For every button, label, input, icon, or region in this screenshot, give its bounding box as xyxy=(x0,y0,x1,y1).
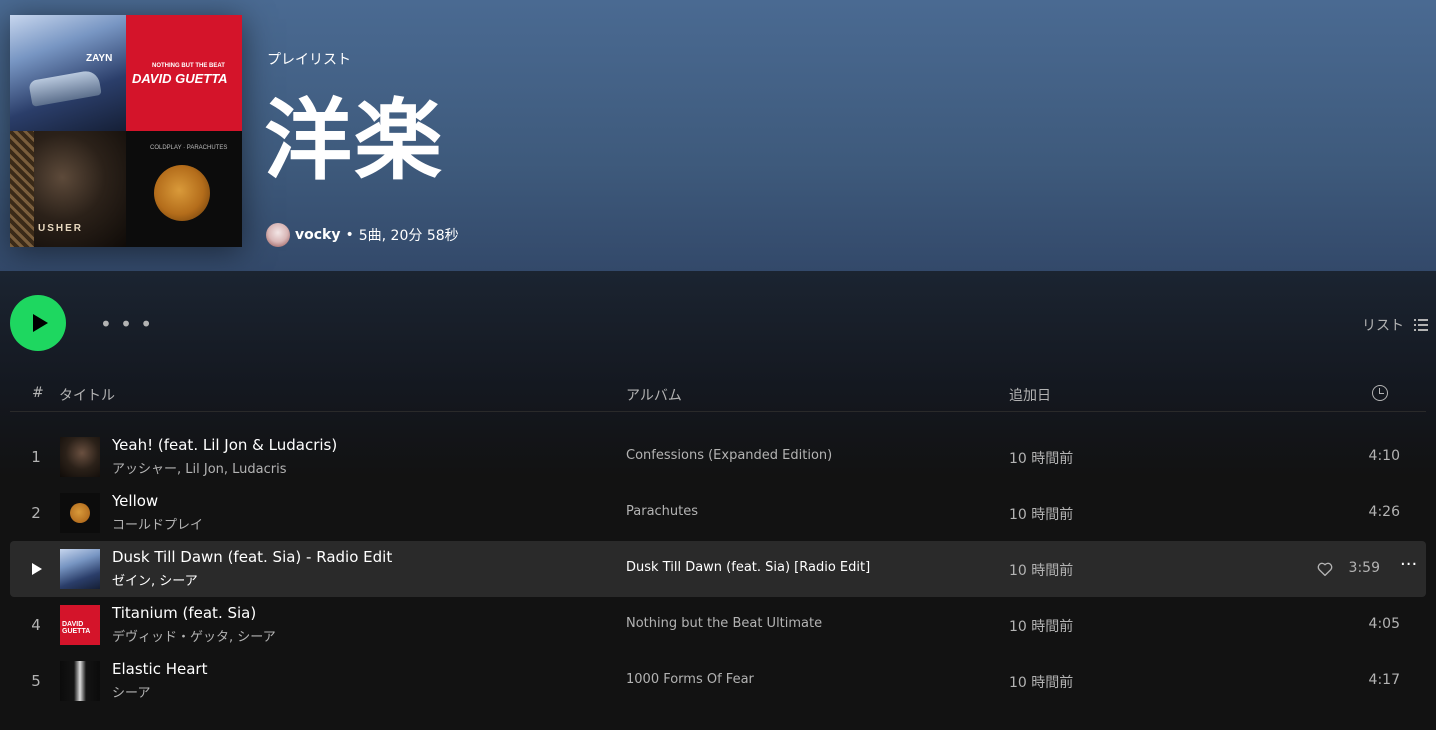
cover-tile-coldplay: COLDPLAY · PARACHUTES xyxy=(126,131,242,247)
playlist-cover[interactable]: ZAYN NOTHING BUT THE BEAT DAVID GUETTA U… xyxy=(10,15,242,247)
header-title[interactable]: タイトル xyxy=(59,385,115,405)
track-album[interactable]: Nothing but the Beat Ultimate xyxy=(626,616,822,631)
track-artist[interactable]: デヴィッド・ゲッタ, シーア xyxy=(112,626,276,645)
cover-tile-usher: USHER xyxy=(10,131,126,247)
track-number: 1 xyxy=(31,448,41,466)
track-artist[interactable]: コールドプレイ xyxy=(112,514,203,533)
cover-coldplay-text: COLDPLAY · PARACHUTES xyxy=(150,145,228,151)
header-album[interactable]: アルバム xyxy=(626,385,682,405)
track-date-added: 10 時間前 xyxy=(1009,619,1074,635)
meta-separator: • xyxy=(345,227,354,243)
track-duration: 3:59 xyxy=(1348,560,1380,576)
track-thumbnail xyxy=(60,661,100,701)
track-artist[interactable]: ゼイン, シーア xyxy=(112,570,198,589)
track-album[interactable]: Parachutes xyxy=(626,504,698,519)
track-title[interactable]: Yeah! (feat. Lil Jon & Ludacris) xyxy=(112,436,337,454)
cover-tile-guetta: NOTHING BUT THE BEAT DAVID GUETTA xyxy=(126,15,242,131)
track-row[interactable]: 1 Yeah! (feat. Lil Jon & Ludacris) アッシャー… xyxy=(10,429,1426,485)
lace-graphic xyxy=(10,131,34,247)
track-thumbnail xyxy=(60,549,100,589)
track-date-added: 10 時間前 xyxy=(1009,451,1074,467)
track-title[interactable]: Dusk Till Dawn (feat. Sia) - Radio Edit xyxy=(112,548,392,566)
track-album[interactable]: Dusk Till Dawn (feat. Sia) [Radio Edit] xyxy=(626,560,870,575)
row-more-options-icon[interactable]: ··· xyxy=(1400,554,1417,575)
playlist-summary: 5曲, 20分 58秒 xyxy=(358,228,459,244)
clock-icon[interactable] xyxy=(1372,385,1388,401)
playlist-type-label: プレイリスト xyxy=(267,52,351,68)
track-date-added: 10 時間前 xyxy=(1009,675,1074,691)
track-duration: 4:26 xyxy=(1368,504,1400,520)
track-album[interactable]: Confessions (Expanded Edition) xyxy=(626,448,832,463)
cover-zayn-text: ZAYN xyxy=(86,53,113,64)
cover-guetta-text: DAVID GUETTA xyxy=(132,71,228,86)
playlist-title: 洋楽 xyxy=(264,89,445,192)
playlist-header: ZAYN NOTHING BUT THE BEAT DAVID GUETTA U… xyxy=(0,0,1436,271)
playlist-meta: vocky • 5曲, 20分 58秒 xyxy=(266,223,459,247)
track-title[interactable]: Titanium (feat. Sia) xyxy=(112,604,256,622)
track-number: 2 xyxy=(31,504,41,522)
track-date-added: 10 時間前 xyxy=(1009,563,1074,579)
track-artist[interactable]: シーア xyxy=(112,682,150,701)
track-duration: 4:17 xyxy=(1368,672,1400,688)
track-number: 5 xyxy=(31,672,41,690)
track-row[interactable]: 2 Yellow コールドプレイ Parachutes 10 時間前 4:26 xyxy=(10,485,1426,541)
tracklist-header: # タイトル アルバム 追加日 xyxy=(10,382,1426,412)
view-label: リスト xyxy=(1362,318,1404,334)
track-thumbnail xyxy=(60,493,100,533)
cover-tile-zayn: ZAYN xyxy=(10,15,126,131)
view-toggle-button[interactable]: リスト xyxy=(1362,315,1428,335)
owner-avatar[interactable] xyxy=(266,223,290,247)
track-title[interactable]: Elastic Heart xyxy=(112,660,207,678)
track-duration: 4:05 xyxy=(1368,616,1400,632)
track-date-added: 10 時間前 xyxy=(1009,507,1074,523)
owner-name-link[interactable]: vocky xyxy=(295,227,340,243)
cover-usher-text: USHER xyxy=(38,223,84,234)
track-title[interactable]: Yellow xyxy=(112,492,158,510)
play-icon[interactable] xyxy=(32,563,42,575)
yellow-ball-graphic xyxy=(154,165,210,221)
play-button[interactable] xyxy=(10,295,66,351)
track-thumbnail: DAVID GUETTA xyxy=(60,605,100,645)
track-row[interactable]: Dusk Till Dawn (feat. Sia) - Radio Edit … xyxy=(10,541,1426,597)
track-artist[interactable]: アッシャー, Lil Jon, Ludacris xyxy=(112,458,287,477)
track-thumbnail xyxy=(60,437,100,477)
track-number: 4 xyxy=(31,616,41,634)
thumb-guetta-text: DAVID GUETTA xyxy=(62,621,91,635)
track-album[interactable]: 1000 Forms Of Fear xyxy=(626,672,754,687)
track-row[interactable]: 4 DAVID GUETTA Titanium (feat. Sia) デヴィッ… xyxy=(10,597,1426,653)
car-graphic xyxy=(28,69,102,107)
more-options-button[interactable]: • • • xyxy=(100,312,153,336)
list-view-icon xyxy=(1414,319,1428,331)
track-row[interactable]: 5 Elastic Heart シーア 1000 Forms Of Fear 1… xyxy=(10,653,1426,709)
cover-guetta-top-text: NOTHING BUT THE BEAT xyxy=(152,63,225,69)
track-duration: 4:10 xyxy=(1368,448,1400,464)
header-date-added[interactable]: 追加日 xyxy=(1009,385,1051,405)
header-number: # xyxy=(32,385,44,401)
play-icon xyxy=(32,314,48,332)
